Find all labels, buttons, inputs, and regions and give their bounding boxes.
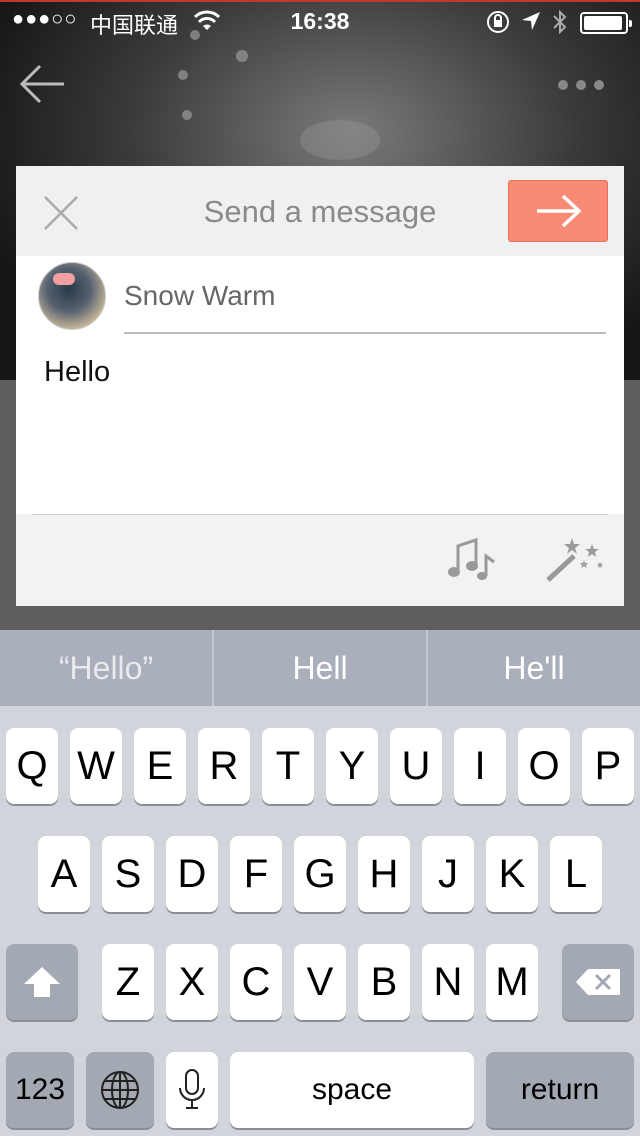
send-message-dialog: Send a message Snow Warm Hello <box>16 166 624 606</box>
dialog-header: Send a message <box>16 166 624 256</box>
key-f[interactable]: F <box>230 836 282 912</box>
recipient-underline <box>124 332 606 334</box>
shift-key[interactable] <box>6 944 78 1020</box>
key-p[interactable]: P <box>582 728 634 804</box>
message-input[interactable]: Hello <box>44 356 110 389</box>
bluetooth-icon <box>553 9 567 35</box>
key-d[interactable]: D <box>166 836 218 912</box>
magic-wand-icon[interactable] <box>544 536 606 584</box>
key-z[interactable]: Z <box>102 944 154 1020</box>
arrow-right-icon <box>537 194 582 228</box>
key-o[interactable]: O <box>518 728 570 804</box>
clock: 16:38 <box>290 8 350 34</box>
battery-icon <box>580 12 632 34</box>
return-key[interactable]: return <box>486 1052 634 1128</box>
key-m[interactable]: M <box>486 944 538 1020</box>
microphone-icon <box>179 1069 205 1109</box>
prediction-2[interactable]: Hell <box>214 630 426 706</box>
send-button[interactable] <box>508 180 608 242</box>
key-g[interactable]: G <box>294 836 346 912</box>
key-n[interactable]: N <box>422 944 474 1020</box>
key-a[interactable]: A <box>38 836 90 912</box>
location-icon <box>522 12 540 30</box>
key-h[interactable]: H <box>358 836 410 912</box>
key-i[interactable]: I <box>454 728 506 804</box>
globe-key[interactable] <box>86 1052 154 1128</box>
backspace-icon <box>576 969 620 995</box>
prediction-3[interactable]: He'll <box>428 630 640 706</box>
predictive-text-bar: “Hello” Hell He'll <box>0 630 640 706</box>
photo-detail <box>236 50 248 62</box>
key-q[interactable]: Q <box>6 728 58 804</box>
keyboard: Q W E R T Y U I O P A S D F G H J K L Z … <box>0 706 640 1136</box>
recipient-name[interactable]: Snow Warm <box>124 280 275 312</box>
shift-icon <box>24 967 60 997</box>
photo-detail <box>178 70 188 80</box>
key-l[interactable]: L <box>550 836 602 912</box>
space-key[interactable]: space <box>230 1052 474 1128</box>
status-bar: ●●●○○ 中国联通 16:38 <box>0 0 640 40</box>
key-k[interactable]: K <box>486 836 538 912</box>
microphone-key[interactable] <box>166 1052 218 1128</box>
key-r[interactable]: R <box>198 728 250 804</box>
photo-detail <box>300 120 380 160</box>
rotation-lock-icon <box>487 11 509 33</box>
music-icon[interactable] <box>446 536 496 582</box>
more-options-icon[interactable] <box>556 78 606 92</box>
key-c[interactable]: C <box>230 944 282 1020</box>
key-j[interactable]: J <box>422 836 474 912</box>
dialog-footer <box>16 514 624 606</box>
key-u[interactable]: U <box>390 728 442 804</box>
prediction-1[interactable]: “Hello” <box>0 630 212 706</box>
globe-icon <box>101 1071 139 1109</box>
photo-detail <box>182 110 192 120</box>
key-t[interactable]: T <box>262 728 314 804</box>
divider <box>32 514 608 515</box>
key-b[interactable]: B <box>358 944 410 1020</box>
battery-level <box>584 16 622 30</box>
key-w[interactable]: W <box>70 728 122 804</box>
key-x[interactable]: X <box>166 944 218 1020</box>
key-e[interactable]: E <box>134 728 186 804</box>
avatar-detail <box>53 273 75 285</box>
numbers-key[interactable]: 123 <box>6 1052 74 1128</box>
key-v[interactable]: V <box>294 944 346 1020</box>
avatar <box>38 262 106 330</box>
key-s[interactable]: S <box>102 836 154 912</box>
key-y[interactable]: Y <box>326 728 378 804</box>
back-arrow-icon[interactable] <box>16 62 68 106</box>
delete-key[interactable] <box>562 944 634 1020</box>
